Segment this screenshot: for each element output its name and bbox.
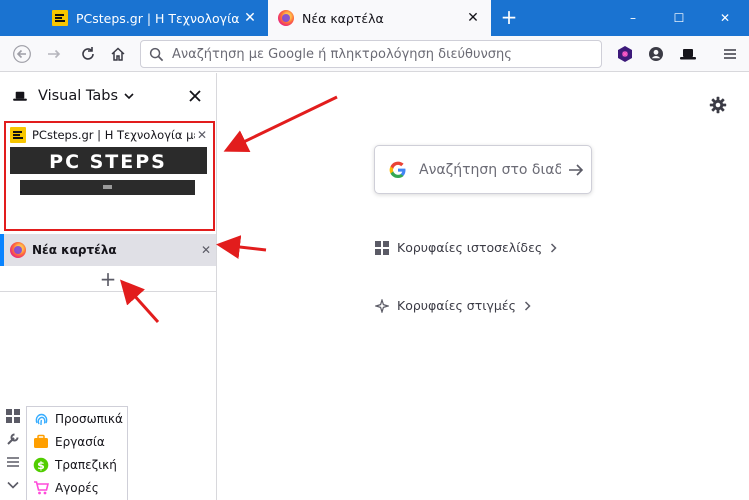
section-label: Κορυφαίες ιστοσελίδες [397,240,543,255]
tab-title: Νέα καρτέλα [302,10,384,26]
list-view-button[interactable] [0,450,26,473]
close-icon[interactable]: ✕ [196,243,216,257]
container-label: Τραπεζική [55,457,117,472]
firefox-icon [10,242,26,258]
arrow-right-icon[interactable] [561,162,591,178]
web-search-placeholder: Αναζήτηση στο διαδίκτυο [419,161,561,178]
collapse-button[interactable] [0,473,26,496]
container-menu: Προσωπικά Εργασία $ Τραπεζική Αγορές [26,406,128,500]
tab-new-tab[interactable]: Νέα καρτέλα ✕ [268,0,491,36]
sidebar-title: Visual Tabs [38,88,118,104]
visual-tab-title: Νέα καρτέλα [32,243,117,257]
forward-arrow-icon [48,49,61,59]
back-arrow-icon [13,45,31,63]
wrench-icon [7,433,19,445]
google-icon [389,161,406,178]
svg-text:$: $ [37,459,45,472]
visual-tab-title: PCsteps.gr | Η Τεχνολογία με Απλά Λόγια [32,128,195,142]
forward-button[interactable] [40,40,68,68]
extension-button[interactable] [611,40,639,68]
sparkle-icon [375,298,389,313]
web-search-box[interactable]: Αναζήτηση στο διαδίκτυο [374,145,592,194]
reload-button[interactable] [74,40,102,68]
top-sites-section[interactable]: Κορυφαίες ιστοσελίδες [375,240,557,255]
settings-tool-button[interactable] [0,427,26,450]
container-shopping[interactable]: Αγορές [27,476,127,499]
gear-icon[interactable] [709,96,727,114]
list-icon [7,456,19,467]
chevron-down-icon [7,481,19,489]
visual-tab-pcsteps[interactable]: PCsteps.gr | Η Τεχνολογία με Απλά Λόγια … [4,121,215,231]
extension-icon [618,46,632,62]
reload-icon [82,47,94,60]
url-input[interactable] [172,42,601,66]
cart-icon [34,480,49,494]
dollar-icon: $ [33,457,49,472]
menu-button[interactable] [716,40,744,68]
grid-icon [6,408,20,423]
search-icon [149,47,164,61]
thumbnail-logo: PC STEPS [49,151,167,173]
minimize-button[interactable]: – [610,0,656,36]
visual-tab-new-tab[interactable]: Νέα καρτέλα ✕ [0,234,216,266]
navigation-toolbar [0,36,749,72]
close-icon[interactable]: ✕ [242,10,258,26]
firefox-icon [278,10,294,26]
pcsteps-icon [52,10,68,26]
pcsteps-icon [10,127,26,143]
add-tab-button[interactable]: + [0,267,216,292]
section-label: Κορυφαίες στιγμές [397,298,516,313]
close-icon[interactable]: ✕ [465,10,481,26]
fingerprint-icon [35,413,48,425]
annotation-arrow [216,235,267,259]
briefcase-icon [34,434,48,448]
chevron-right-icon [551,242,557,253]
container-work[interactable]: Εργασία [27,430,127,453]
container-label: Αγορές [55,480,99,495]
home-icon [111,47,125,61]
sidebar-bottom-tools [0,404,26,500]
container-label: Εργασία [55,434,105,449]
hat-icon [680,49,696,60]
account-icon [649,47,663,61]
chevron-right-icon [524,300,531,311]
container-label: Προσωπικά [55,411,123,426]
back-button[interactable] [8,40,36,68]
grid-view-button[interactable] [0,404,26,427]
grid-icon [375,240,389,255]
visual-tabs-toolbar-button[interactable] [674,40,702,68]
window-close-button[interactable]: ✕ [702,0,748,36]
tab-pcsteps[interactable]: PCsteps.gr | Η Τεχνολογία με Απλά Λόγια … [42,0,268,36]
tab-title: PCsteps.gr | Η Τεχνολογία με Απλά Λόγια [76,10,242,26]
sidebar-header[interactable]: Visual Tabs [0,73,216,119]
annotation-arrow [223,95,338,153]
close-icon[interactable]: ✕ [195,128,209,142]
tab-strip: PCsteps.gr | Η Τεχνολογία με Απλά Λόγια … [0,0,749,36]
hat-icon [13,91,27,101]
tab-thumbnail: PC STEPS [10,147,207,195]
home-button[interactable] [104,40,132,68]
highlights-section[interactable]: Κορυφαίες στιγμές [375,298,531,313]
new-tab-button[interactable]: + [497,6,521,30]
chevron-down-icon[interactable] [124,92,134,100]
close-icon[interactable] [186,87,204,105]
address-bar[interactable] [140,40,602,68]
maximize-button[interactable]: ☐ [656,0,702,36]
container-personal[interactable]: Προσωπικά [27,407,127,430]
container-banking[interactable]: $ Τραπεζική [27,453,127,476]
account-button[interactable] [642,40,670,68]
hamburger-menu-icon [724,49,736,59]
